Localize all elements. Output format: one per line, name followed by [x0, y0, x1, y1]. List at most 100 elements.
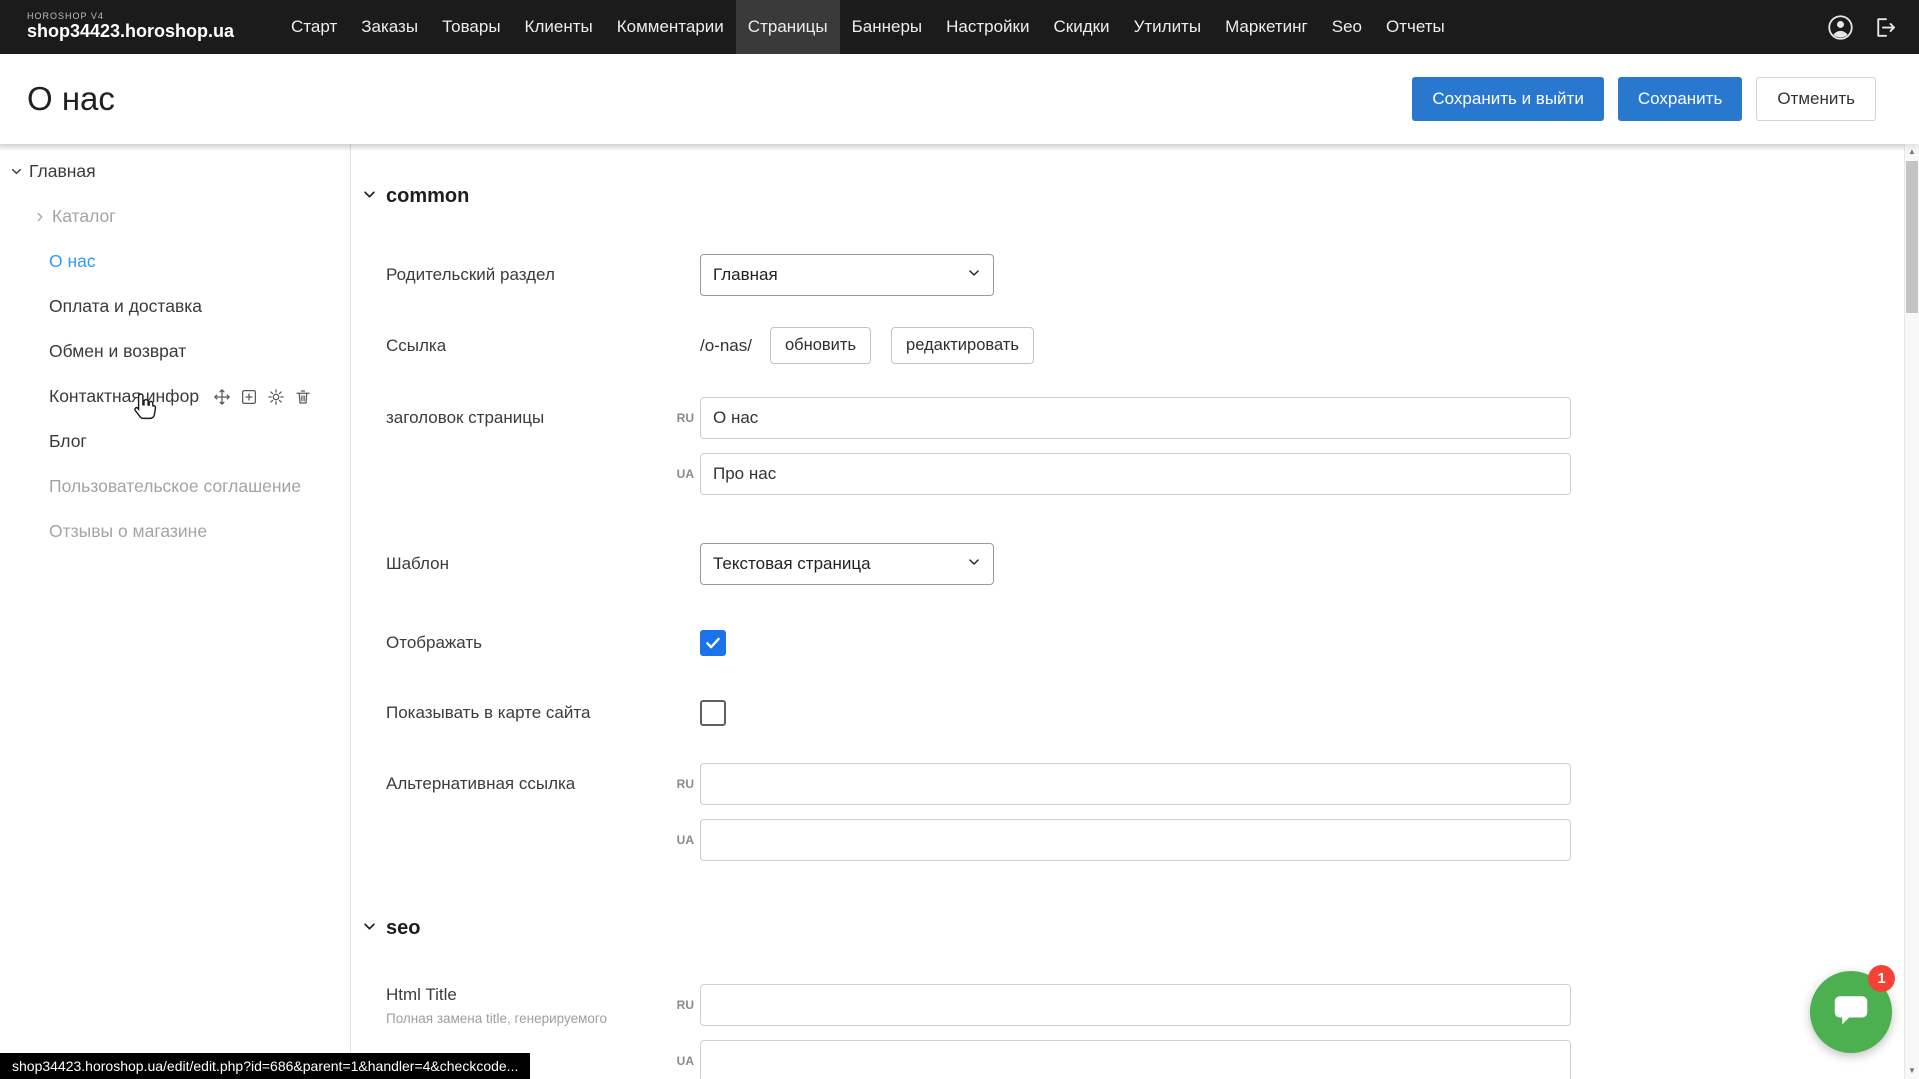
page-title: О нас	[27, 80, 115, 118]
page-header: О нас Сохранить и выйти Сохранить Отмени…	[0, 54, 1919, 144]
lang-badge-ua: UA	[670, 1054, 694, 1068]
edit-link-button[interactable]: редактировать	[891, 327, 1034, 364]
scroll-up-arrow-icon[interactable]: ▲	[1905, 144, 1919, 160]
page-title-ru-input[interactable]	[700, 397, 1571, 439]
nav-item-start[interactable]: Старт	[279, 0, 349, 54]
chevron-down-icon[interactable]	[10, 165, 23, 178]
scroll-down-arrow-icon[interactable]: ▼	[1905, 1063, 1919, 1079]
logout-icon[interactable]	[1872, 15, 1897, 40]
nav-item-utilities[interactable]: Утилиты	[1122, 0, 1214, 54]
alt-link-ru-row: Альтернативная ссылка RU	[362, 763, 1919, 805]
sidebar-item-payment-delivery[interactable]: Оплата и доставка	[0, 284, 350, 329]
tree-item-label: Пользовательское соглашение	[49, 476, 301, 497]
chat-bubble-icon	[1831, 990, 1871, 1035]
status-url-tooltip: shop34423.horoshop.ua/edit/edit.php?id=6…	[0, 1053, 530, 1079]
nav-item-banners[interactable]: Баннеры	[840, 0, 935, 54]
chat-unread-badge: 1	[1868, 965, 1895, 992]
app-logo[interactable]: HOROSHOP V4 shop34423.horoshop.ua	[27, 12, 234, 42]
nav-item-marketing[interactable]: Маркетинг	[1213, 0, 1320, 54]
page-edit-form: common Родительский раздел Главная Ссылк…	[351, 144, 1919, 1079]
delete-trash-icon[interactable]	[294, 388, 312, 406]
tree-item-hover-actions	[213, 388, 312, 406]
account-icon[interactable]	[1827, 14, 1854, 41]
template-select[interactable]: Текстовая страница	[700, 543, 994, 585]
lang-badge-ru: RU	[670, 777, 694, 791]
tree-item-label: О нас	[49, 251, 96, 272]
vertical-scrollbar[interactable]: ▲ ▼	[1904, 144, 1919, 1079]
page-title-ua-row: UA	[362, 453, 1919, 495]
save-button[interactable]: Сохранить	[1618, 77, 1742, 121]
page-title-ru-row: заголовок страницы RU	[362, 397, 1919, 439]
field-label: Шаблон	[386, 554, 700, 574]
scrollbar-thumb[interactable]	[1906, 161, 1918, 313]
tree-item-label: Главная	[29, 161, 96, 182]
chat-launcher-button[interactable]: 1	[1810, 971, 1892, 1053]
field-label: Показывать в карте сайта	[386, 703, 700, 723]
field-label: Родительский раздел	[386, 265, 700, 285]
sitemap-row: Показывать в карте сайта	[362, 700, 1919, 726]
page-title-ua-input[interactable]	[700, 453, 1571, 495]
section-seo-header[interactable]: seo	[362, 917, 1919, 940]
sidebar-item-blog[interactable]: Блог	[0, 419, 350, 464]
sidebar-item-catalog[interactable]: Каталог	[0, 194, 350, 239]
nav-item-discounts[interactable]: Скидки	[1041, 0, 1121, 54]
tree-item-label: Отзывы о магазине	[49, 521, 207, 542]
header-actions: Сохранить и выйти Сохранить Отменить	[1412, 77, 1876, 121]
select-value: Главная	[713, 265, 778, 285]
sidebar-item-store-reviews[interactable]: Отзывы о магазине	[0, 509, 350, 554]
top-navigation-bar: HOROSHOP V4 shop34423.horoshop.ua Старт …	[0, 0, 1919, 54]
chevron-right-icon[interactable]	[34, 211, 46, 223]
save-and-exit-button[interactable]: Сохранить и выйти	[1412, 77, 1603, 121]
html-title-ru-input[interactable]	[700, 984, 1571, 1026]
html-title-ua-input[interactable]	[700, 1040, 1571, 1079]
field-label: заголовок страницы	[386, 408, 700, 428]
cancel-button[interactable]: Отменить	[1756, 77, 1876, 121]
refresh-link-button[interactable]: обновить	[770, 327, 871, 364]
sitemap-checkbox[interactable]	[700, 700, 726, 726]
settings-gear-icon[interactable]	[267, 388, 285, 406]
section-title: common	[386, 185, 469, 208]
field-label: Отображать	[386, 633, 700, 653]
sidebar-item-home[interactable]: Главная	[0, 149, 350, 194]
move-icon[interactable]	[213, 388, 231, 406]
tree-item-label: Обмен и возврат	[49, 341, 186, 362]
page-url-path: /o-nas/	[700, 336, 752, 356]
html-title-ua-row: UA	[362, 1040, 1919, 1079]
chevron-down-icon	[362, 187, 377, 207]
tree-item-label: Оплата и доставка	[49, 296, 202, 317]
tree-item-label: Контактная инфор	[49, 386, 199, 407]
nav-item-settings[interactable]: Настройки	[934, 0, 1041, 54]
section-common-header[interactable]: common	[362, 185, 1919, 208]
topbar-actions	[1827, 14, 1897, 41]
html-title-ru-row: Html Title Полная замена title, генериру…	[362, 984, 1919, 1026]
field-label: Html Title	[386, 985, 685, 1005]
sidebar-item-contact-info[interactable]: Контактная инфор	[0, 374, 350, 419]
nav-item-comments[interactable]: Комментарии	[605, 0, 736, 54]
nav-item-products[interactable]: Товары	[430, 0, 512, 54]
alt-link-ua-input[interactable]	[700, 819, 1571, 861]
nav-item-orders[interactable]: Заказы	[349, 0, 430, 54]
alt-link-ua-row: UA	[362, 819, 1919, 861]
lang-badge-ua: UA	[670, 467, 694, 481]
sidebar-item-user-agreement[interactable]: Пользовательское соглашение	[0, 464, 350, 509]
tree-item-label: Каталог	[52, 206, 116, 227]
parent-section-row: Родительский раздел Главная	[362, 254, 1919, 296]
display-checkbox[interactable]	[700, 630, 726, 656]
field-label: Ссылка	[386, 336, 700, 356]
chevron-down-icon	[967, 554, 981, 574]
alt-link-ru-input[interactable]	[700, 763, 1571, 805]
main-menu: Старт Заказы Товары Клиенты Комментарии …	[279, 0, 1457, 54]
tree-item-label: Блог	[49, 431, 87, 452]
field-label: Альтернативная ссылка	[386, 774, 700, 794]
parent-section-select[interactable]: Главная	[700, 254, 994, 296]
field-hint: Полная замена title, генерируемого	[386, 1011, 685, 1026]
nav-item-reports[interactable]: Отчеты	[1374, 0, 1457, 54]
chevron-down-icon	[362, 919, 377, 939]
nav-item-pages[interactable]: Страницы	[736, 0, 840, 54]
sidebar-item-exchange-return[interactable]: Обмен и возврат	[0, 329, 350, 374]
sidebar-item-about[interactable]: О нас	[0, 239, 350, 284]
lang-badge-ru: RU	[670, 411, 694, 425]
nav-item-clients[interactable]: Клиенты	[513, 0, 605, 54]
nav-item-seo[interactable]: Seo	[1320, 0, 1374, 54]
add-subpage-icon[interactable]	[240, 388, 258, 406]
